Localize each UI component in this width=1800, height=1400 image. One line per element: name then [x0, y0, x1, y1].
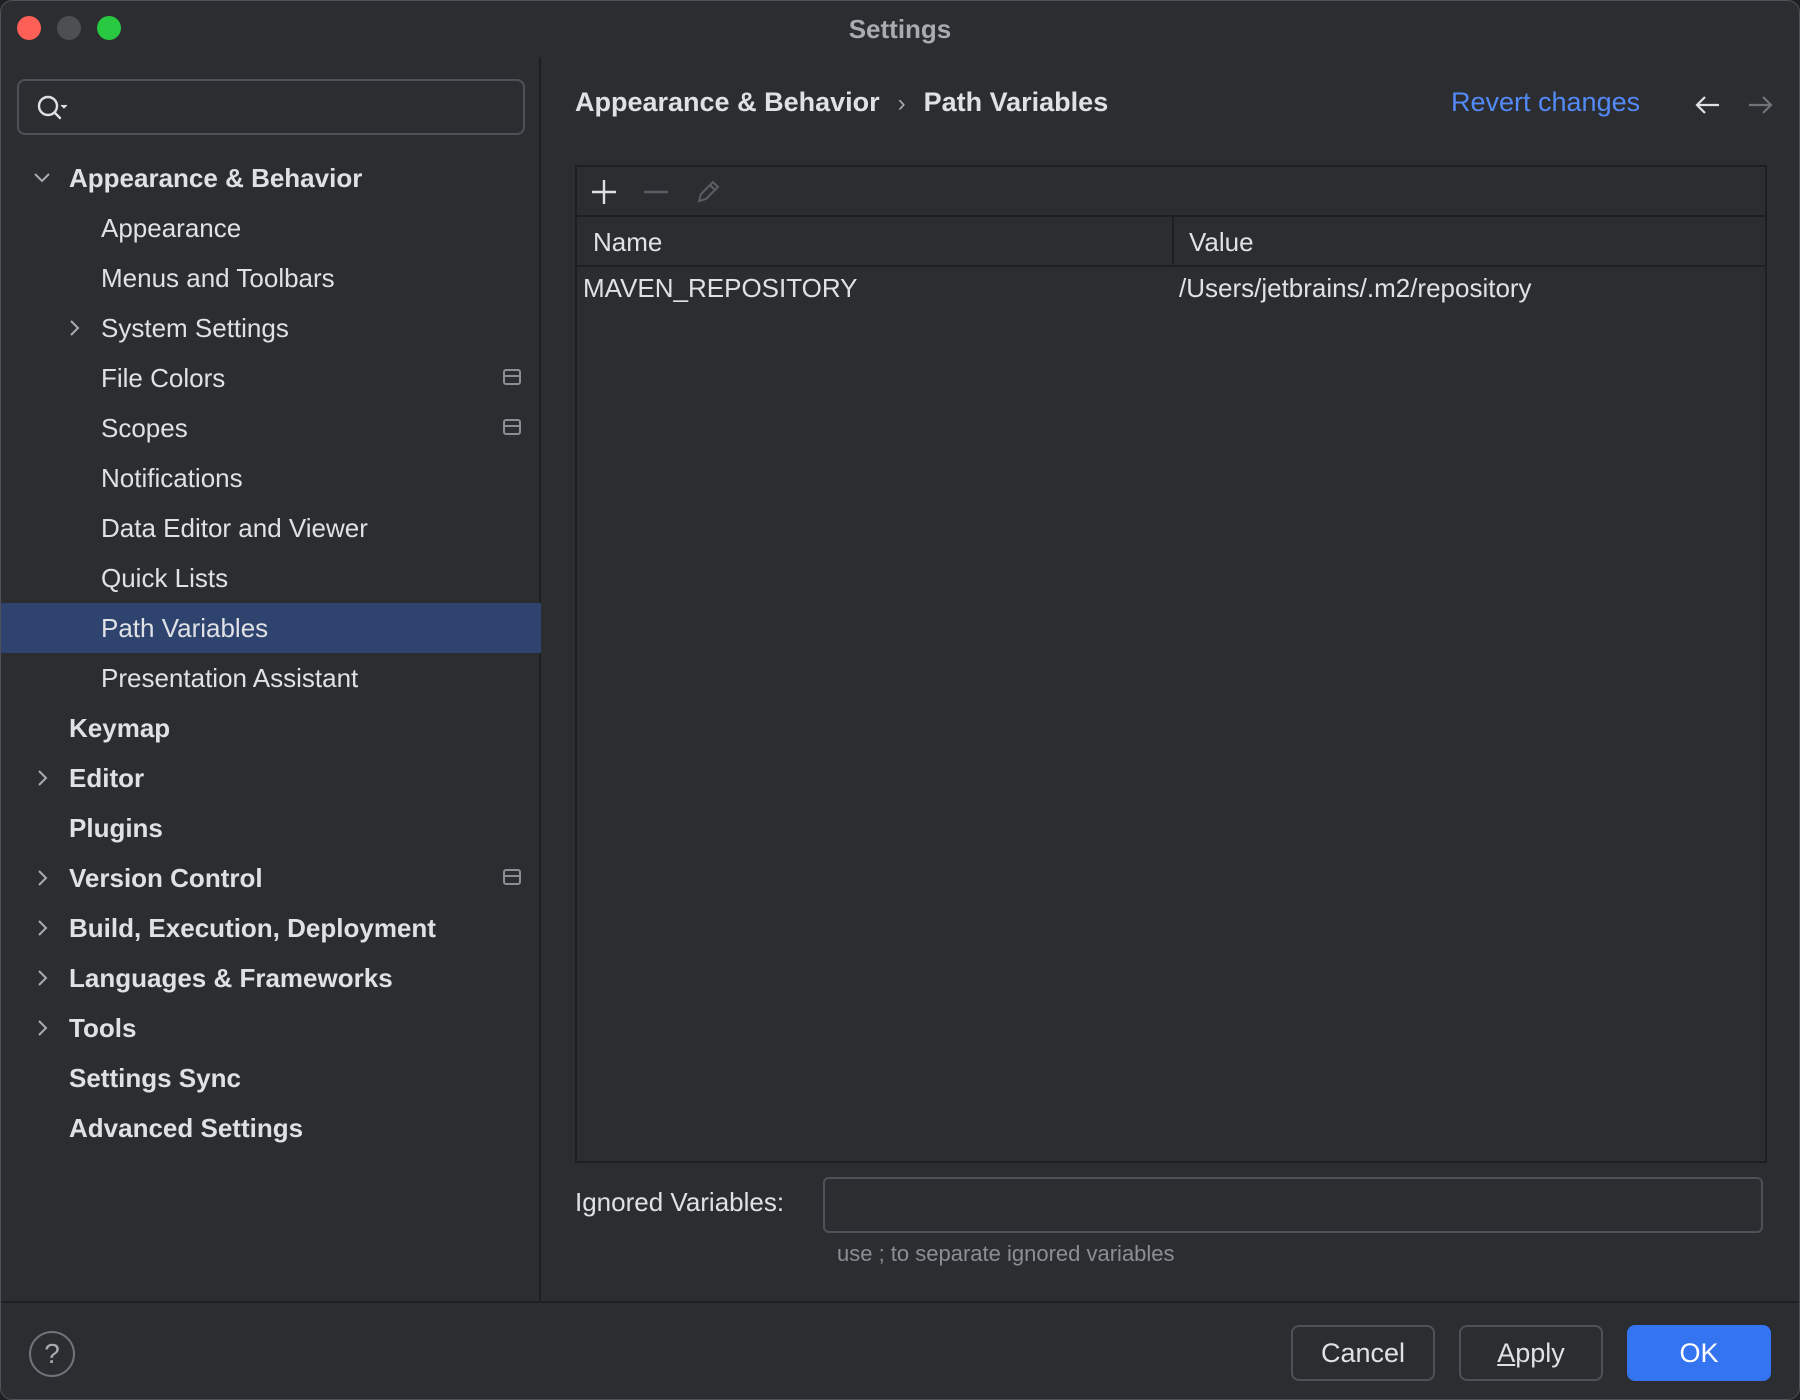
settings-sidebar: Appearance & Behavior Appearance Menus and… [1, 57, 541, 1301]
sidebar-item-build-execution-deployment[interactable]: Build, Execution, Deployment [1, 903, 541, 953]
cell-value[interactable]: /Users/jetbrains/.m2/repository [1179, 273, 1532, 304]
chevron-down-icon[interactable] [31, 167, 53, 189]
window-title: Settings [848, 14, 952, 44]
sidebar-item-label: Path Variables [101, 613, 269, 643]
chevron-right-icon[interactable] [31, 967, 53, 989]
sidebar-item-label: Languages & Frameworks [69, 963, 393, 993]
sidebar-item-plugins[interactable]: Plugins [1, 803, 541, 853]
breadcrumb-current: Path Variables [923, 87, 1109, 117]
table-header: Name Value [577, 217, 1765, 267]
search-icon[interactable] [35, 93, 69, 123]
breadcrumb-parent[interactable]: Appearance & Behavior [575, 87, 880, 117]
settings-search-input[interactable] [17, 79, 525, 135]
help-button[interactable]: ? [29, 1331, 75, 1377]
apply-button[interactable]: Apply [1459, 1325, 1603, 1381]
back-arrow-icon[interactable] [1693, 93, 1723, 117]
chevron-right-icon[interactable] [31, 867, 53, 889]
sidebar-item-label: Presentation Assistant [101, 663, 359, 693]
sidebar-item-path-variables[interactable]: Path Variables [1, 603, 541, 653]
sidebar-item-label: Appearance & Behavior [69, 163, 363, 193]
sidebar-item-presentation-assistant[interactable]: Presentation Assistant [1, 653, 541, 703]
forward-arrow-icon[interactable] [1745, 93, 1775, 117]
sidebar-item-label: Tools [69, 1013, 137, 1043]
chevron-right-icon[interactable] [31, 767, 53, 789]
ignored-variables-label: Ignored Variables: [575, 1187, 785, 1217]
table-toolbar [577, 167, 1765, 217]
sidebar-item-label: Settings Sync [69, 1063, 241, 1093]
breadcrumb: Appearance & Behavior › Path Variables [575, 87, 1108, 118]
sidebar-item-label: Menus and Toolbars [101, 263, 335, 293]
sidebar-item-settings-sync[interactable]: Settings Sync [1, 1053, 541, 1103]
sidebar-item-data-editor-and-viewer[interactable]: Data Editor and Viewer [1, 503, 541, 553]
apply-mnemonic: A [1497, 1338, 1516, 1368]
sidebar-item-quick-lists[interactable]: Quick Lists [1, 553, 541, 603]
sidebar-item-label: System Settings [101, 313, 289, 343]
ignored-variables-hint: use ; to separate ignored variables [837, 1241, 1175, 1266]
settings-content: Appearance & Behavior › Path Variables Rev… [543, 57, 1799, 1301]
cell-name[interactable]: MAVEN_REPOSITORY [583, 273, 858, 304]
add-icon[interactable] [589, 177, 619, 207]
table-row[interactable]: MAVEN_REPOSITORY /Users/jetbrains/.m2/re… [577, 267, 1765, 311]
sidebar-item-label: File Colors [101, 363, 226, 393]
sidebar-item-notifications[interactable]: Notifications [1, 453, 541, 503]
sidebar-item-tools[interactable]: Tools [1, 1003, 541, 1053]
sidebar-item-label: Scopes [101, 413, 188, 443]
revert-changes-link[interactable]: Revert changes [1451, 87, 1640, 118]
ok-button[interactable]: OK [1627, 1325, 1771, 1381]
edit-pencil-icon[interactable] [693, 177, 723, 207]
chevron-right-icon[interactable] [63, 317, 85, 339]
sidebar-item-file-colors[interactable]: File Colors [1, 353, 541, 403]
column-divider[interactable] [1172, 217, 1174, 267]
remove-icon[interactable] [641, 177, 671, 207]
sidebar-item-editor[interactable]: Editor [1, 753, 541, 803]
sidebar-item-appearance-behavior[interactable]: Appearance & Behavior [1, 153, 541, 203]
project-level-icon [503, 869, 521, 885]
title-bar: Settings [1, 1, 1799, 57]
sidebar-item-keymap[interactable]: Keymap [1, 703, 541, 753]
project-level-icon [503, 369, 521, 385]
sidebar-item-label: Version Control [69, 863, 263, 893]
apply-label: pply [1515, 1338, 1565, 1368]
column-header-name[interactable]: Name [593, 227, 662, 258]
sidebar-item-label: Notifications [101, 463, 243, 493]
project-level-icon [503, 419, 521, 435]
sidebar-item-advanced-settings[interactable]: Advanced Settings [1, 1103, 541, 1153]
path-variables-table-panel: Name Value MAVEN_REPOSITORY /Users/jetbr… [575, 165, 1767, 1163]
sidebar-item-label: Keymap [69, 713, 171, 743]
sidebar-item-label: Advanced Settings [69, 1113, 304, 1143]
cancel-button[interactable]: Cancel [1291, 1325, 1435, 1381]
sidebar-item-languages-frameworks[interactable]: Languages & Frameworks [1, 953, 541, 1003]
breadcrumb-separator: › [897, 90, 906, 117]
sidebar-item-label: Appearance [101, 213, 242, 243]
dialog-footer: ? Cancel Apply OK [1, 1301, 1799, 1399]
sidebar-item-label: Plugins [69, 813, 163, 843]
chevron-right-icon[interactable] [31, 917, 53, 939]
sidebar-item-system-settings[interactable]: System Settings [1, 303, 541, 353]
sidebar-item-appearance[interactable]: Appearance [1, 203, 541, 253]
sidebar-item-label: Editor [69, 763, 145, 793]
sidebar-item-label: Quick Lists [101, 563, 229, 593]
column-header-value[interactable]: Value [1189, 227, 1254, 258]
chevron-right-icon[interactable] [31, 1017, 53, 1039]
sidebar-item-label: Data Editor and Viewer [101, 513, 368, 543]
settings-window: Settings Appearance & Behavior Appearance… [0, 0, 1800, 1400]
sidebar-item-version-control[interactable]: Version Control [1, 853, 541, 903]
sidebar-item-menus-and-toolbars[interactable]: Menus and Toolbars [1, 253, 541, 303]
sidebar-item-label: Build, Execution, Deployment [69, 913, 436, 943]
ignored-variables-input[interactable] [823, 1177, 1763, 1233]
sidebar-item-scopes[interactable]: Scopes [1, 403, 541, 453]
